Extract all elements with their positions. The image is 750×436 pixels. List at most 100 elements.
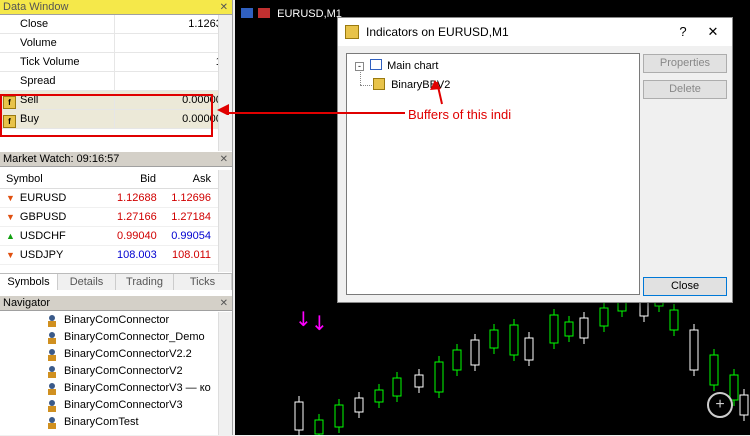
candle: [314, 419, 324, 435]
navigator-item[interactable]: BinaryComConnectorV3: [0, 397, 218, 414]
data-window-label: Close: [20, 18, 49, 30]
candle: [470, 339, 480, 366]
table-row[interactable]: ▼ EURUSD 1.12688 1.12696: [0, 189, 218, 208]
arrow-down-icon: ▼: [6, 212, 15, 222]
close-icon[interactable]: ✕: [220, 152, 228, 167]
candle: [739, 394, 749, 416]
candle: [452, 349, 462, 371]
delete-button[interactable]: Delete: [643, 80, 727, 99]
ask-cell: 1.12696: [171, 192, 211, 204]
data-window-row: Tick Volume 14: [0, 53, 232, 72]
arrow-down-icon: ▼: [6, 193, 15, 203]
symbol-label: USDJPY: [19, 249, 64, 261]
navigator-scrollbar[interactable]: [218, 312, 232, 435]
symbol-label: USDCHF: [19, 230, 66, 242]
col-ask[interactable]: Ask: [160, 170, 215, 188]
navigator-item-label: BinaryComConnectorV2: [64, 365, 183, 377]
navigator-item-label: BinaryComConnectorV2.2: [64, 348, 192, 360]
navigator-item[interactable]: BinaryComConnector: [0, 312, 218, 329]
candle: [524, 337, 534, 361]
sell-arrow-icon: ↓: [311, 311, 328, 335]
candle: [354, 397, 364, 413]
navigator-tree: BinaryComConnector BinaryComConnector_Dem…: [0, 312, 218, 431]
expert-advisor-icon: [45, 314, 59, 328]
candle: [669, 309, 679, 331]
expert-advisor-icon: [45, 382, 59, 396]
indicator-icon: [345, 25, 359, 39]
data-window-value: 14: [115, 53, 232, 71]
help-button[interactable]: ?: [672, 18, 694, 46]
expert-advisor-icon: [45, 365, 59, 379]
navigator-item-label: BinaryComTest: [64, 416, 139, 428]
expert-advisor-icon: [45, 348, 59, 362]
data-window-value: 0: [115, 34, 232, 52]
arrow-down-icon: ▼: [6, 250, 15, 260]
candle: [579, 317, 589, 339]
navigator-item-label: BinaryComConnector: [64, 314, 170, 326]
symbol-label: EURUSD: [19, 192, 67, 204]
col-symbol[interactable]: Symbol: [0, 170, 117, 188]
close-window-button[interactable]: ✕: [702, 18, 724, 46]
data-window-name: Volume: [0, 34, 115, 52]
tree-root-label: Main chart: [387, 60, 439, 72]
candle: [729, 374, 739, 401]
symbol-cell: ▼ EURUSD: [0, 189, 117, 207]
tab-trading[interactable]: Trading: [116, 274, 174, 290]
candle: [599, 307, 609, 327]
ask-cell: 0.99054: [171, 230, 211, 242]
annotation-text: Buffers of this indi: [408, 107, 512, 122]
data-window-label: Spread: [20, 75, 56, 87]
data-window-value: 1.12635: [188, 18, 228, 30]
close-button[interactable]: Close: [643, 277, 727, 296]
tree-item-main-chart[interactable]: - Main chart: [355, 59, 438, 72]
table-row[interactable]: ▲ USDCHF 0.99040 0.99054: [0, 227, 218, 246]
data-window-name: Tick Volume: [0, 53, 115, 71]
data-window-label: Tick Volume: [20, 56, 80, 68]
candle: [334, 404, 344, 428]
navigator-item[interactable]: BinaryComConnectorV2: [0, 363, 218, 380]
table-row[interactable]: ▼ GBPUSD 1.27166 1.27184: [0, 208, 218, 227]
bid-cell: 108.003: [117, 249, 157, 261]
navigator-item-label: BinaryComConnectorV3: [64, 399, 183, 411]
data-window-row: Close 1.12635: [0, 15, 232, 34]
data-window-row: Spread8: [0, 72, 232, 91]
candle: [414, 374, 424, 388]
market-watch-table: Symbol Bid Ask ▼ EURUSD 1.12688 1.12696 ▼ GBP…: [0, 170, 218, 265]
tab-details[interactable]: Details: [58, 274, 116, 290]
bid-cell: 0.99040: [117, 230, 157, 242]
market-watch-title: Market Watch: 09:16:57 ✕: [0, 152, 232, 167]
ask-cell: 108.011: [172, 249, 211, 261]
close-icon[interactable]: ✕: [220, 0, 228, 15]
market-watch-header: Symbol Bid Ask: [0, 170, 218, 189]
symbol-cell: ▲ USDCHF: [0, 227, 117, 245]
market-watch-tabs: Symbols Details Trading Ticks: [0, 273, 232, 290]
dialog-title: Indicators on EURUSD,M1: [366, 25, 509, 39]
market-watch-scrollbar[interactable]: [218, 170, 232, 272]
expert-advisor-icon: [45, 331, 59, 345]
left-panels: Data Window✕ Close1.12635Volume0Tick Vol…: [0, 0, 233, 435]
candle: [709, 354, 719, 386]
navigator-item[interactable]: BinaryComConnectorV2.2: [0, 346, 218, 363]
candle: [374, 389, 384, 403]
zoom-icon[interactable]: +: [707, 392, 733, 418]
expert-advisor-icon: [45, 416, 59, 430]
candle: [392, 377, 402, 397]
col-bid[interactable]: Bid: [117, 170, 160, 188]
highlight-box: [0, 94, 213, 137]
candle: [689, 329, 699, 371]
navigator-item-label: BinaryComConnector_Demo: [64, 331, 205, 343]
ask-cell: 1.27184: [171, 211, 211, 223]
sell-arrow-icon: ↓: [295, 307, 312, 331]
table-row[interactable]: ▼ USDJPY 108.003 108.011: [0, 246, 218, 265]
indicators-dialog: Indicators on EURUSD,M1 ? ✕ - Main chart…: [337, 17, 733, 303]
tab-symbols[interactable]: Symbols: [0, 274, 58, 290]
properties-button[interactable]: Properties: [643, 54, 727, 73]
candle: [509, 324, 519, 356]
navigator-item[interactable]: BinaryComConnector_Demo: [0, 329, 218, 346]
navigator-item[interactable]: BinaryComConnectorV3 — ко: [0, 380, 218, 397]
navigator-title: Navigator ✕: [0, 296, 232, 311]
bid-cell: 1.12688: [117, 192, 157, 204]
navigator-item[interactable]: BinaryComTest: [0, 414, 218, 431]
close-icon[interactable]: ✕: [220, 296, 228, 311]
tab-ticks[interactable]: Ticks: [174, 274, 232, 290]
